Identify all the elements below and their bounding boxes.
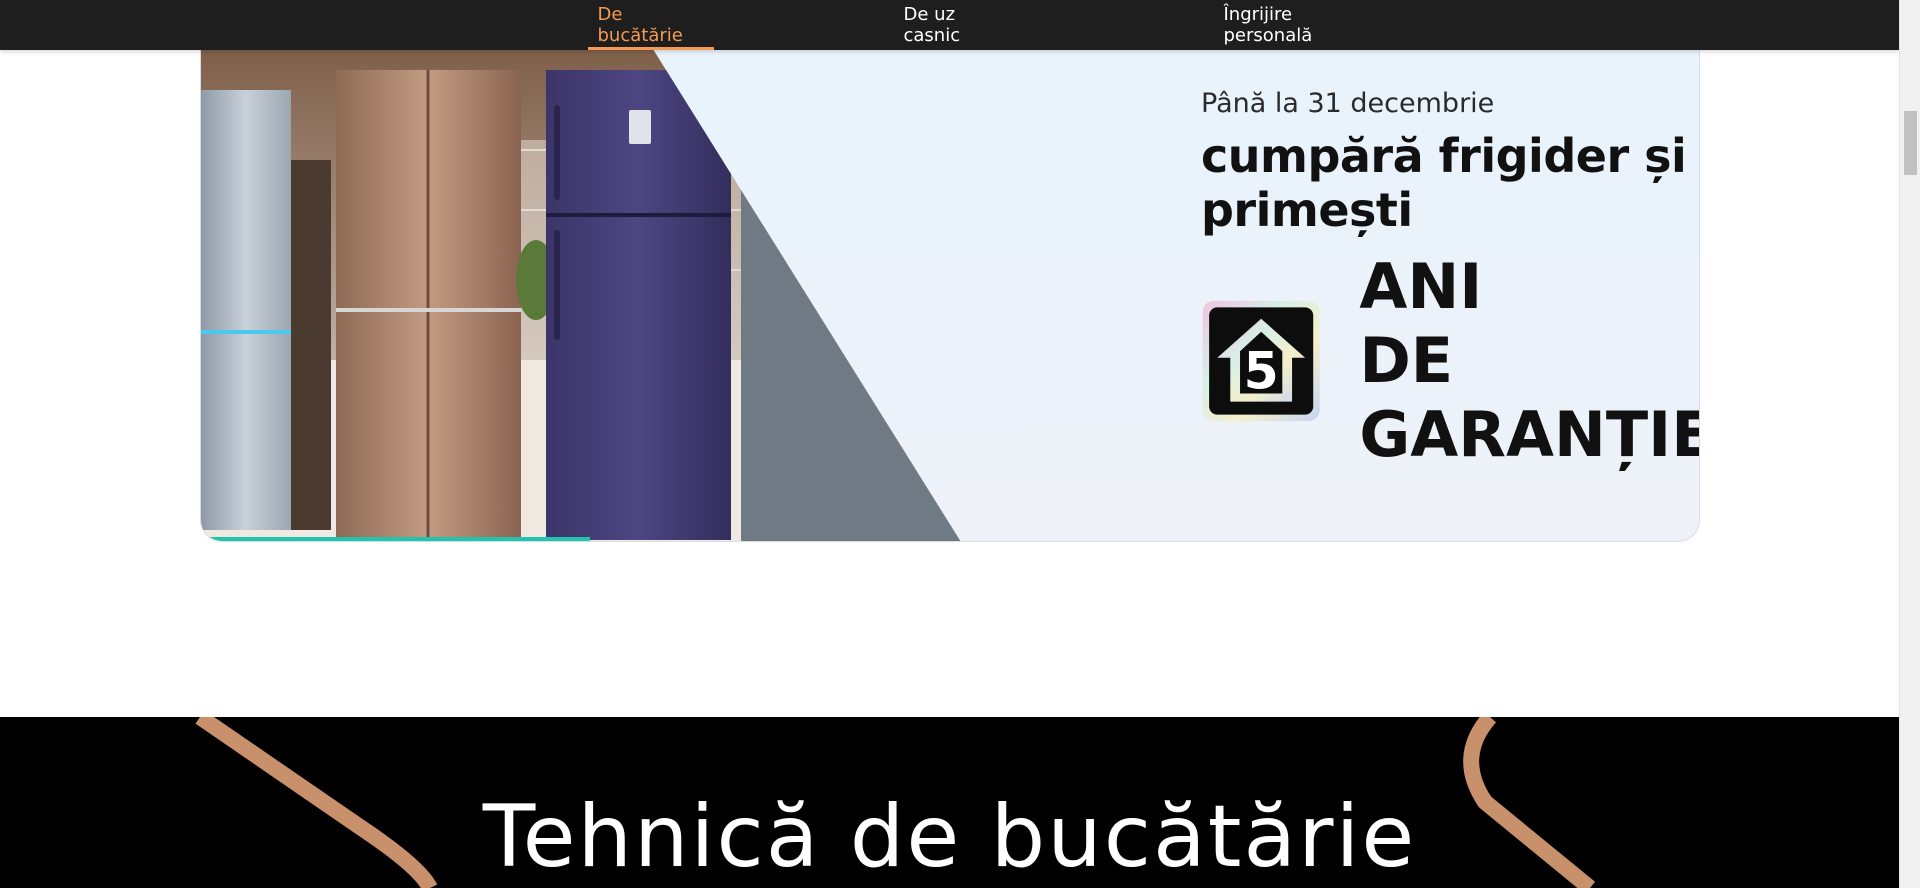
promo-headline: cumpără frigider și primești — [1201, 129, 1687, 237]
promo-banner[interactable]: Până la 31 decembrie cumpără frigider și… — [200, 30, 1700, 542]
top-navigation: De bucătărie De uz casnic Îngrijire pers… — [0, 0, 1899, 50]
warranty-text: ANI DE GARANȚIE — [1359, 250, 1700, 472]
promo-subtitle: Până la 31 decembrie — [1201, 88, 1495, 119]
tab-de-uz-casnic[interactable]: De uz casnic — [894, 0, 1014, 50]
tab-label: Îngrijire personală — [1223, 4, 1313, 46]
kitchen-category-section: Tehnică de bucătărie — [0, 717, 1899, 888]
house-five-badge-icon: 5 — [1202, 300, 1320, 422]
tab-ingrijire-personala[interactable]: Îngrijire personală — [1214, 0, 1386, 50]
warranty-line-1: ANI — [1359, 250, 1483, 323]
tab-label: De uz casnic — [903, 4, 961, 46]
scrollbar-thumb[interactable] — [1904, 111, 1917, 175]
slide-progress-bar — [201, 537, 591, 541]
tab-de-bucatarie[interactable]: De bucătărie — [587, 0, 714, 50]
promo-text: Până la 31 decembrie cumpără frigider și… — [1201, 88, 1699, 237]
badge-number: 5 — [1244, 342, 1279, 401]
warranty-block: 5 ANI DE GARANȚIE — [1201, 250, 1700, 472]
refrigerators-image — [201, 30, 961, 541]
section-title: Tehnică de bucătărie — [482, 787, 1417, 887]
page-scrollbar[interactable] — [1899, 0, 1920, 888]
tab-label: De bucătărie — [597, 4, 683, 46]
warranty-line-2: DE GARANȚIE — [1359, 324, 1700, 471]
